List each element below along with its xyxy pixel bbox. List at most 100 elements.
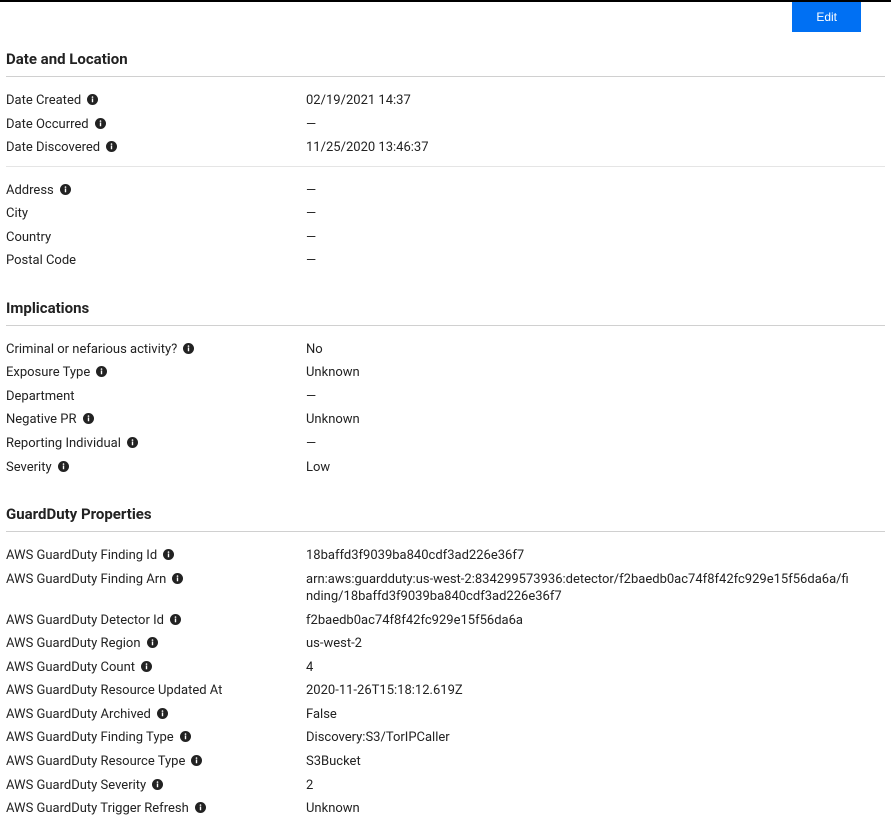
info-icon[interactable] [163,549,174,560]
label-text: Address [6,182,54,200]
label-text: City [6,205,28,223]
field-value: Unknown [306,364,885,382]
label-text: Date Created [6,92,81,110]
field-label: AWS GuardDuty Severity [6,777,306,795]
field-value: us-west-2 [306,635,885,653]
field-label: AWS GuardDuty Resource Updated At [6,682,306,700]
field-value: 02/19/2021 14:37 [306,92,885,110]
section-header-implications: Implications [6,291,885,326]
info-icon[interactable] [183,343,194,354]
label-text: Postal Code [6,252,76,270]
label-text: Reporting Individual [6,435,121,453]
label-text: AWS GuardDuty Finding Arn [6,571,166,589]
field-gd-detector-id: AWS GuardDuty Detector Id f2baedb0ac74f8… [6,609,885,633]
field-criminal-activity: Criminal or nefarious activity? No [6,338,885,362]
field-gd-archived: AWS GuardDuty Archived False [6,703,885,727]
field-date-created: Date Created 02/19/2021 14:37 [6,89,885,113]
field-label: AWS GuardDuty Count [6,659,306,677]
field-group-dates: Date Created 02/19/2021 14:37 Date Occur… [6,89,885,167]
field-label: AWS GuardDuty Archived [6,706,306,724]
field-label: AWS GuardDuty Finding Id [6,547,306,565]
label-text: AWS GuardDuty Resource Type [6,753,185,771]
info-icon[interactable] [180,731,191,742]
field-reporting-individual: Reporting Individual — [6,432,885,456]
info-icon[interactable] [141,661,152,672]
field-label: Country [6,229,306,247]
field-label: Severity [6,459,306,477]
info-icon[interactable] [170,614,181,625]
field-value: 11/25/2020 13:46:37 [306,139,885,157]
field-gd-trigger-refresh: AWS GuardDuty Trigger Refresh Unknown [6,797,885,821]
field-label: Criminal or nefarious activity? [6,341,306,359]
label-text: AWS GuardDuty Finding Id [6,547,157,565]
label-text: AWS GuardDuty Severity [6,777,146,795]
label-text: AWS GuardDuty Archived [6,706,151,724]
section-implications: Implications Criminal or nefarious activ… [6,291,885,485]
info-icon[interactable] [147,637,158,648]
field-label: Department [6,388,306,406]
field-label: Exposure Type [6,364,306,382]
label-text: Date Occurred [6,116,89,134]
edit-button[interactable]: Edit [792,2,861,32]
field-label: Date Occurred [6,116,306,134]
field-label: AWS GuardDuty Trigger Refresh [6,800,306,818]
field-value: — [306,182,885,200]
info-icon[interactable] [152,779,163,790]
field-label: AWS GuardDuty Region [6,635,306,653]
info-icon[interactable] [58,461,69,472]
section-guardduty: GuardDuty Properties AWS GuardDuty Findi… [6,497,885,827]
field-value: S3Bucket [306,753,885,771]
field-postal-code: Postal Code — [6,249,885,273]
info-icon[interactable] [60,184,71,195]
field-label: Date Created [6,92,306,110]
section-date-location: Date and Location Date Created 02/19/202… [6,42,885,279]
field-value: Low [306,459,885,477]
field-value: — [306,205,885,223]
field-address: Address — [6,179,885,203]
field-country: Country — [6,226,885,250]
details-panel: Date and Location Date Created 02/19/202… [0,42,891,827]
field-value: 2020-11-26T15:18:12.619Z [306,682,885,700]
label-text: Department [6,388,75,406]
field-value: No [306,341,885,359]
field-gd-finding-id: AWS GuardDuty Finding Id 18baffd3f9039ba… [6,544,885,568]
label-text: AWS GuardDuty Finding Type [6,729,174,747]
info-icon[interactable] [87,94,98,105]
field-gd-finding-type: AWS GuardDuty Finding Type Discovery:S3/… [6,726,885,750]
field-group-guardduty: AWS GuardDuty Finding Id 18baffd3f9039ba… [6,544,885,827]
label-text: AWS GuardDuty Count [6,659,135,677]
label-text: Date Discovered [6,139,100,157]
info-icon[interactable] [195,802,206,813]
field-exposure-type: Exposure Type Unknown [6,361,885,385]
field-gd-resource-type: AWS GuardDuty Resource Type S3Bucket [6,750,885,774]
info-icon[interactable] [83,413,94,424]
field-value: 2 [306,777,885,795]
section-header-date-location: Date and Location [6,42,885,77]
field-value: Unknown [306,411,885,429]
field-gd-severity: AWS GuardDuty Severity 2 [6,774,885,798]
info-icon[interactable] [95,118,106,129]
info-icon[interactable] [191,755,202,766]
info-icon[interactable] [96,366,107,377]
field-severity: Severity Low [6,456,885,480]
field-label: Postal Code [6,252,306,270]
field-city: City — [6,202,885,226]
field-gd-resource-updated-at: AWS GuardDuty Resource Updated At 2020-1… [6,679,885,703]
field-value: Unknown [306,800,885,818]
field-date-occurred: Date Occurred — [6,113,885,137]
info-icon[interactable] [157,708,168,719]
label-text: AWS GuardDuty Detector Id [6,612,164,630]
label-text: Country [6,229,51,247]
field-label: AWS GuardDuty Finding Arn [6,571,306,606]
field-label: AWS GuardDuty Detector Id [6,612,306,630]
field-value: 18baffd3f9039ba840cdf3ad226e36f7 [306,547,885,565]
info-icon[interactable] [106,141,117,152]
info-icon[interactable] [172,573,183,584]
field-group-location: Address — City — Country — Postal Code [6,179,885,279]
field-gd-finding-arn: AWS GuardDuty Finding Arn arn:aws:guardd… [6,568,885,609]
field-date-discovered: Date Discovered 11/25/2020 13:46:37 [6,136,885,160]
field-value: — [306,252,885,270]
label-text: Negative PR [6,411,77,429]
field-value: — [306,229,885,247]
info-icon[interactable] [127,437,138,448]
